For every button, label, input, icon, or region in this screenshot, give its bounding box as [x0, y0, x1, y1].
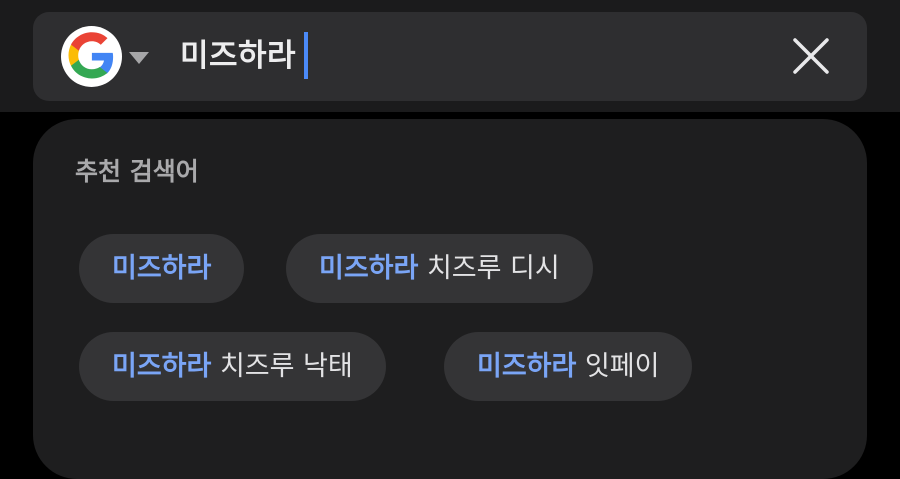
suggestion-panel: 추천 검색어 미즈하라 미즈하라 치즈루 디시 미즈하라 치즈루 낙태 미즈하라…	[33, 119, 867, 479]
search-box[interactable]: 미즈하라	[33, 12, 867, 101]
suggestion-rest: 치즈루 디시	[418, 253, 560, 284]
suggestion-chip[interactable]: 미즈하라	[79, 234, 245, 303]
suggestion-highlight: 미즈하라	[319, 253, 419, 284]
suggestion-rest: 치즈루 낙태	[211, 351, 353, 382]
suggestion-chip[interactable]: 미즈하라 잇페이	[444, 332, 693, 401]
suggestion-highlight: 미즈하라	[112, 253, 212, 284]
caret-down-icon[interactable]	[128, 50, 150, 66]
text-caret	[304, 32, 308, 79]
search-query-text[interactable]: 미즈하라	[180, 34, 296, 79]
top-bar: 미즈하라	[0, 0, 900, 112]
google-g-icon[interactable]	[61, 26, 122, 87]
suggestion-rest: 잇페이	[576, 351, 660, 382]
close-icon[interactable]	[789, 34, 833, 78]
suggestion-panel-title: 추천 검색어	[75, 157, 199, 186]
suggestion-chip[interactable]: 미즈하라 치즈루 디시	[286, 234, 593, 303]
suggestion-chip[interactable]: 미즈하라 치즈루 낙태	[79, 332, 386, 401]
suggestion-highlight: 미즈하라	[477, 351, 577, 382]
suggestion-highlight: 미즈하라	[112, 351, 212, 382]
